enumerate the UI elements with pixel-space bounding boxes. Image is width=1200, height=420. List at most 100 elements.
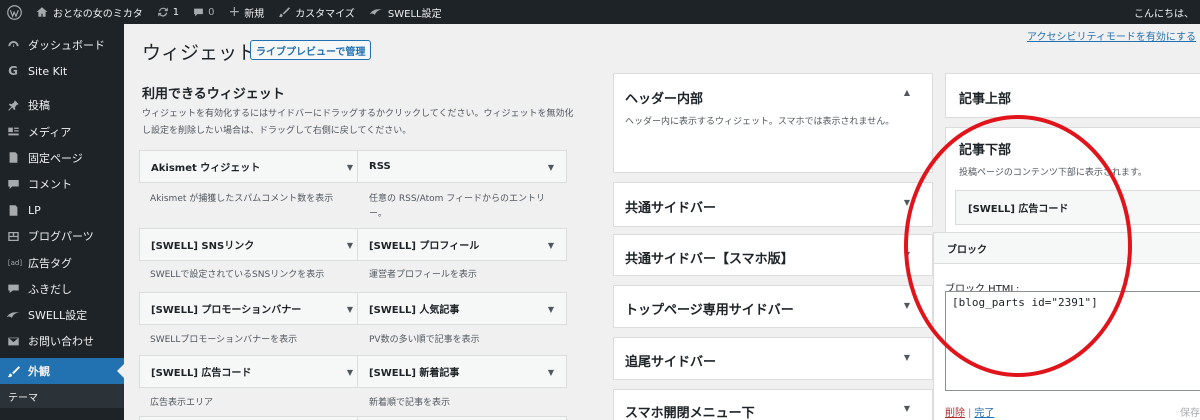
- widget-area-common-sidebar[interactable]: 共通サイドバー ▼: [613, 182, 933, 227]
- bubble-icon: [6, 282, 20, 296]
- widget-description: SWELLで設定されているSNSリンクを表示: [150, 270, 325, 280]
- area-title: 記事下部: [959, 143, 1012, 158]
- refresh-icon: [157, 6, 169, 18]
- widget-area-top-sidebar[interactable]: トップページ専用サイドバー ▼: [613, 285, 933, 328]
- caret-down-icon: ▼: [346, 368, 353, 377]
- widget-area-sp-menu-bottom[interactable]: スマホ開閉メニュー下 ▼: [613, 389, 933, 420]
- customize-label: カスタマイズ: [295, 8, 355, 20]
- page-icon: [6, 151, 20, 165]
- widget-description: 広告表示エリア: [150, 398, 214, 408]
- pin-icon: [6, 98, 20, 112]
- block-html-textarea[interactable]: [blog_parts id="2391"]: [945, 291, 1200, 391]
- comment-icon: [193, 7, 204, 18]
- widget-title: [SWELL] 人気記事: [369, 305, 460, 316]
- caret-down-icon: ▼: [547, 163, 554, 172]
- area-description: ヘッダー内に表示するウィジェット。スマホでは表示されません。: [625, 117, 895, 127]
- widget-swell-profile[interactable]: [SWELL] プロフィール ▼: [357, 228, 567, 261]
- widget-area-article-top[interactable]: 記事上部: [945, 73, 1200, 118]
- available-widgets-title: 利用できるウィジェット: [142, 87, 285, 102]
- sidebar-item-comments[interactable]: コメント: [0, 171, 124, 197]
- widget-description: PV数の多い順で記事を表示: [369, 335, 480, 345]
- widget-next-row-right[interactable]: [357, 416, 567, 420]
- sidebar-item-label: SWELL設定: [28, 308, 88, 322]
- area-title: 追尾サイドバー: [625, 355, 717, 370]
- widget-area-header-inner[interactable]: ヘッダー内部 ▲ ヘッダー内に表示するウィジェット。スマホでは表示されません。: [613, 73, 933, 173]
- widget-rss[interactable]: RSS ▼: [357, 150, 567, 183]
- block-widget-header[interactable]: ブロック: [933, 232, 1200, 264]
- page-title: ウィジェット: [142, 42, 257, 64]
- widget-akismet[interactable]: Akismet ウィジェット ▼: [139, 150, 366, 183]
- widget-title: [SWELL] プロフィール: [369, 241, 480, 252]
- widget-in-area-swell-ad-code[interactable]: [SWELL] 広告コード: [955, 190, 1200, 225]
- greeting-text: こんにちは、: [1134, 8, 1194, 20]
- comments-link[interactable]: 0: [186, 0, 221, 24]
- widget-title: [SWELL] 広告コード: [151, 368, 252, 379]
- site-name-link[interactable]: おとなの女のミカタ: [29, 0, 150, 24]
- widget-swell-sns[interactable]: [SWELL] SNSリンク ▼: [139, 228, 366, 261]
- comment-icon: [6, 177, 20, 191]
- caret-down-icon[interactable]: ▼: [904, 301, 910, 310]
- sidebar-item-label: ブログパーツ: [28, 230, 94, 244]
- ad-icon: [ad]: [7, 258, 23, 267]
- widget-area-common-sidebar-sp[interactable]: 共通サイドバー【スマホ版】 ▼: [613, 234, 933, 276]
- done-link[interactable]: 完了: [974, 408, 994, 419]
- delete-link[interactable]: 削除: [945, 408, 965, 419]
- widget-description: 任意の RSS/Atom フィードからのエントリー。: [369, 194, 546, 219]
- sidebar-item-pages[interactable]: 固定ページ: [0, 145, 124, 171]
- sidebar-item-posts[interactable]: 投稿: [0, 92, 124, 118]
- sidebar-item-swell-settings[interactable]: SWELL設定: [0, 302, 124, 328]
- caret-down-icon[interactable]: ▼: [904, 404, 910, 413]
- caret-down-icon[interactable]: ▼: [904, 353, 910, 362]
- sidebar-item-media[interactable]: メディア: [0, 119, 124, 145]
- plus-icon: +: [228, 4, 241, 20]
- widget-next-row-left[interactable]: [139, 416, 366, 420]
- swell-settings-link[interactable]: SWELL設定: [362, 0, 449, 24]
- save-button[interactable]: 保存: [1180, 404, 1200, 419]
- sidebar-item-label: 投稿: [28, 99, 50, 113]
- user-greeting[interactable]: こんにちは、: [1134, 0, 1200, 24]
- sidebar-item-label: ふきだし: [28, 282, 72, 296]
- updates-count: 1: [172, 6, 180, 18]
- widget-description: 新着順で記事を表示: [369, 398, 451, 408]
- wordpress-logo-icon[interactable]: [0, 0, 29, 24]
- sidebar-item-label: 固定ページ: [28, 151, 83, 165]
- widget-area-follow-sidebar[interactable]: 追尾サイドバー ▼: [613, 337, 933, 380]
- widget-swell-popular-posts[interactable]: [SWELL] 人気記事 ▼: [357, 292, 567, 325]
- caret-down-icon: ▼: [547, 368, 554, 377]
- sidebar-item-label: お問い合わせ: [28, 335, 94, 349]
- caret-down-icon[interactable]: ▼: [904, 250, 910, 259]
- area-title: ヘッダー内部: [625, 92, 704, 107]
- widget-swell-ad-code[interactable]: [SWELL] 広告コード ▼: [139, 355, 366, 388]
- comments-count: 0: [208, 6, 215, 18]
- widget-swell-new-posts[interactable]: [SWELL] 新着記事 ▼: [357, 355, 567, 388]
- sidebar-item-sitekit[interactable]: G Site Kit: [0, 58, 124, 84]
- sidebar-item-blogparts[interactable]: ブログパーツ: [0, 223, 124, 249]
- submenu-label: テーマ: [8, 392, 38, 404]
- sidebar-item-appearance[interactable]: 外観: [0, 358, 124, 385]
- caret-up-icon[interactable]: ▲: [904, 88, 910, 97]
- area-description: 投稿ページのコンテンツ下部に表示されます。: [959, 168, 1147, 178]
- live-preview-button[interactable]: ライブプレビューで管理: [250, 40, 372, 60]
- updates-link[interactable]: 1: [150, 0, 186, 24]
- sidebar-item-lp[interactable]: LP: [0, 197, 124, 223]
- caret-down-icon[interactable]: ▼: [904, 198, 910, 207]
- sidebar-item-contact[interactable]: お問い合わせ: [0, 328, 124, 354]
- widget-title: [SWELL] 新着記事: [369, 368, 460, 379]
- new-label: 新規: [244, 8, 265, 20]
- site-name: おとなの女のミカタ: [53, 8, 143, 20]
- widget-description: SWELLプロモーションバナーを表示: [150, 335, 298, 345]
- submenu-item-themes[interactable]: テーマ: [0, 384, 124, 409]
- widget-title: Akismet ウィジェット: [151, 163, 261, 174]
- sidebar-item-adtag[interactable]: [ad] 広告タグ: [0, 250, 124, 276]
- caret-down-icon: ▼: [346, 163, 353, 172]
- lp-icon: [6, 203, 20, 217]
- area-title: スマホ開閉メニュー下: [625, 406, 755, 420]
- widget-title: [SWELL] 広告コード: [968, 204, 1069, 215]
- sidebar-item-dashboard[interactable]: ダッシュボード: [0, 32, 124, 58]
- accessibility-mode-link[interactable]: アクセシビリティモードを有効にする: [1027, 28, 1196, 43]
- widget-swell-promotion-banner[interactable]: [SWELL] プロモーションバナー ▼: [139, 292, 366, 325]
- sidebar-item-fukidashi[interactable]: ふきだし: [0, 276, 124, 302]
- new-content-link[interactable]: + 新規: [221, 0, 271, 24]
- customize-link[interactable]: カスタマイズ: [271, 0, 362, 24]
- widget-description: 運営者プロフィールを表示: [369, 270, 477, 280]
